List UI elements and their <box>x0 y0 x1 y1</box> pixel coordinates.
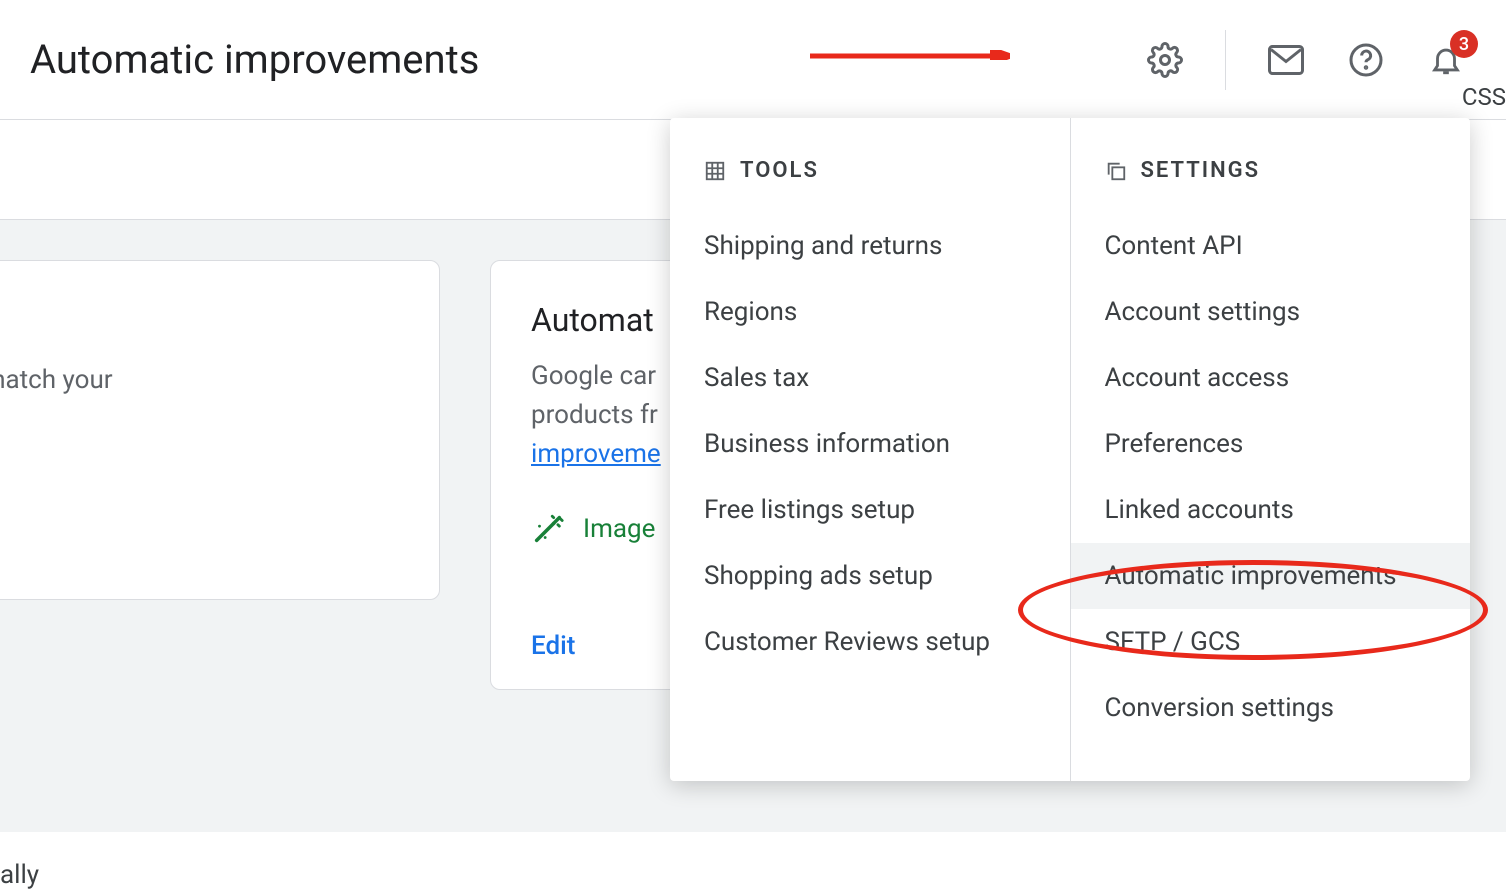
edit-button[interactable]: Edit <box>531 631 575 661</box>
menu-item-tools[interactable]: Shipping and returns <box>670 213 1070 279</box>
menu-item-tools[interactable]: Free listings setup <box>670 477 1070 543</box>
settings-menu: TOOLS Shipping and returnsRegionsSales t… <box>670 118 1470 781</box>
body-text-fragment: ally <box>0 860 39 890</box>
menu-item-settings[interactable]: Preferences <box>1071 411 1471 477</box>
menu-item-tools[interactable]: Business information <box>670 411 1070 477</box>
divider <box>1225 30 1226 90</box>
notification-badge: 3 <box>1450 30 1478 58</box>
menu-item-settings[interactable]: Account settings <box>1071 279 1471 345</box>
menu-item-tools[interactable]: Regions <box>670 279 1070 345</box>
menu-item-tools[interactable]: Customer Reviews setup <box>670 609 1070 675</box>
menu-header-label: SETTINGS <box>1141 158 1261 183</box>
magic-wand-icon <box>531 512 565 546</box>
menu-item-tools[interactable]: Sales tax <box>670 345 1070 411</box>
card-item-updates: ct details to match your em updates <box>0 260 440 600</box>
menu-item-settings[interactable]: SFTP / GCS <box>1071 609 1471 675</box>
notifications-icon[interactable]: 3 <box>1426 40 1466 80</box>
menu-item-tools[interactable]: Shopping ads setup <box>670 543 1070 609</box>
menu-item-settings[interactable]: Automatic improvements <box>1071 543 1471 609</box>
card-desc-line: products fr <box>531 400 658 430</box>
improvements-link[interactable]: improveme <box>531 439 661 469</box>
mail-icon[interactable] <box>1266 40 1306 80</box>
menu-header-tools: TOOLS <box>670 148 1070 213</box>
menu-item-settings[interactable]: Conversion settings <box>1071 675 1471 741</box>
gear-icon[interactable] <box>1145 40 1185 80</box>
header-actions: 3 <box>1145 30 1506 90</box>
menu-header-label: TOOLS <box>740 158 819 183</box>
header: Automatic improvements <box>0 0 1506 120</box>
menu-header-settings: SETTINGS <box>1071 148 1471 213</box>
copy-icon <box>1105 160 1127 182</box>
page-title: Automatic improvements <box>30 36 479 83</box>
card-text: ct details to match your <box>0 365 113 395</box>
menu-column-tools: TOOLS Shipping and returnsRegionsSales t… <box>670 118 1071 781</box>
menu-column-settings: SETTINGS Content APIAccount settingsAcco… <box>1071 118 1471 781</box>
arrow-annotation <box>810 50 1010 60</box>
menu-item-settings[interactable]: Linked accounts <box>1071 477 1471 543</box>
menu-item-settings[interactable]: Content API <box>1071 213 1471 279</box>
card-desc-line: Google car <box>531 361 656 391</box>
image-status-label: Image <box>583 514 655 544</box>
css-label: CSS <box>1462 83 1506 111</box>
grid-icon <box>704 160 726 182</box>
menu-item-settings[interactable]: Account access <box>1071 345 1471 411</box>
help-icon[interactable] <box>1346 40 1386 80</box>
